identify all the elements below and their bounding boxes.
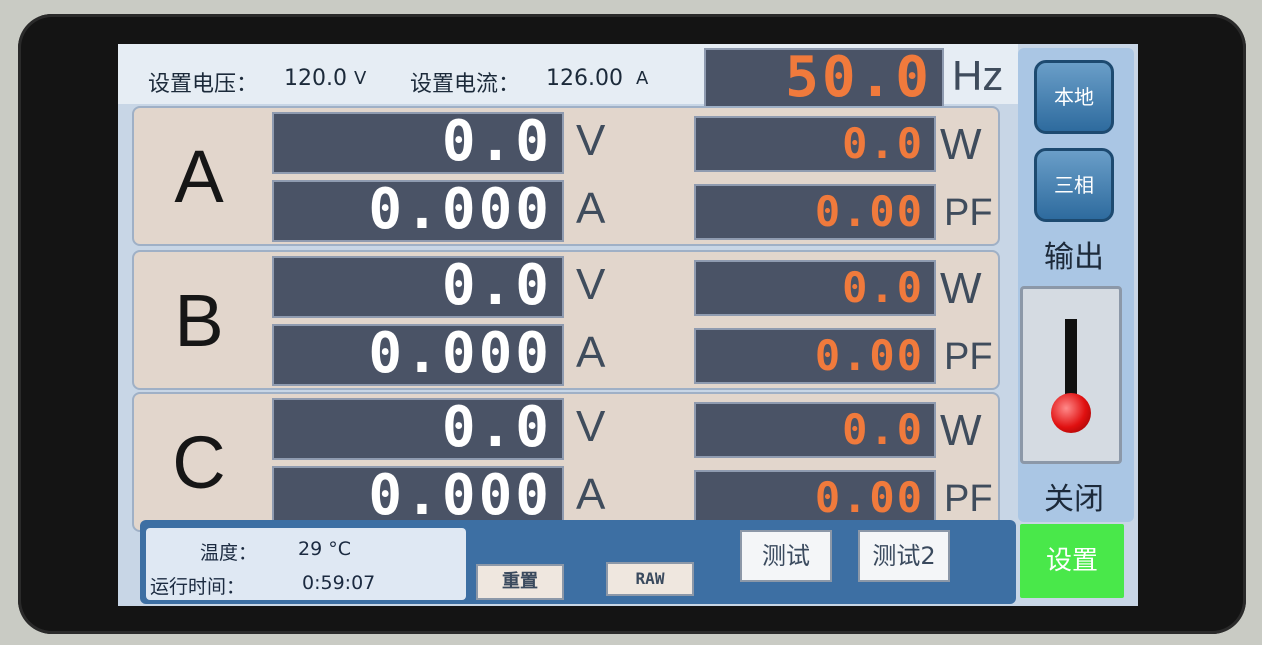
off-indicator-icon [1051, 393, 1091, 433]
set-voltage-unit: V [354, 68, 367, 89]
phase-b-voltage-display: 0.0 [272, 256, 564, 318]
phase-a-pf-unit: PF [944, 192, 993, 234]
phase-a-panel: A 0.0 V 0.000 A 0.0 W 0.00 PF [132, 106, 1000, 246]
phase-b-label: B [174, 279, 224, 362]
phase-c-voltage-display: 0.0 [272, 398, 564, 460]
phase-a-power-unit: W [940, 120, 982, 169]
frequency-display: 50.0 [704, 48, 944, 108]
set-current-unit: A [636, 68, 649, 89]
settings-button[interactable]: 设置 [1020, 524, 1124, 598]
phase-c-power-display: 0.0 [694, 402, 936, 458]
phase-b-pf-unit: PF [944, 336, 993, 378]
local-button[interactable]: 本地 [1034, 60, 1114, 134]
three-phase-button[interactable]: 三相 [1034, 148, 1114, 222]
phase-c-pf-display: 0.00 [694, 470, 936, 526]
phase-b-power-unit: W [940, 264, 982, 313]
phase-a-label: A [174, 135, 224, 218]
temperature-label: 温度： [200, 542, 258, 564]
phase-c-pf-unit: PF [944, 478, 993, 520]
phase-a-pf-display: 0.00 [694, 184, 936, 240]
temperature-value: 29 °C [298, 538, 351, 560]
set-current-label: 设置电流： [410, 72, 521, 97]
phase-c-panel: C 0.0 V 0.000 A 0.0 W 0.00 PF [132, 392, 1000, 532]
phase-b-pf-display: 0.00 [694, 328, 936, 384]
phase-a-voltage-display: 0.0 [272, 112, 564, 174]
test2-button[interactable]: 测试2 [858, 530, 950, 582]
output-toggle-switch[interactable] [1020, 286, 1122, 464]
phase-c-current-display: 0.000 [272, 466, 564, 528]
phase-b-panel: B 0.0 V 0.000 A 0.0 W 0.00 PF [132, 250, 1000, 390]
test-button[interactable]: 测试 [740, 530, 832, 582]
phase-a-current-unit: A [576, 184, 606, 233]
output-state: 关闭 [1044, 482, 1104, 517]
phase-b-power-display: 0.0 [694, 260, 936, 316]
reset-button[interactable]: 重置 [476, 564, 564, 600]
frequency-unit: Hz [952, 52, 1004, 99]
phase-b-current-display: 0.000 [272, 324, 564, 386]
phase-c-voltage-unit: V [576, 402, 606, 451]
hmi-screen: 设置电压： 120.0 V 设置电流： 126.00 A 50.0 Hz A 0… [118, 44, 1138, 606]
runtime-label: 运行时间： [150, 576, 246, 598]
phase-a-power-display: 0.0 [694, 116, 936, 172]
phase-a-current-display: 0.000 [272, 180, 564, 242]
set-voltage-value: 120.0 [284, 66, 347, 91]
phase-c-current-unit: A [576, 470, 606, 519]
output-label: 输出 [1044, 240, 1104, 275]
phase-c-label: C [172, 421, 226, 504]
phase-b-current-unit: A [576, 328, 606, 377]
set-voltage-label: 设置电压： [148, 72, 259, 97]
set-current-value: 126.00 [546, 66, 623, 91]
phase-b-voltage-unit: V [576, 260, 606, 309]
raw-button[interactable]: RAW [606, 562, 694, 596]
phase-a-voltage-unit: V [576, 116, 606, 165]
runtime-value: 0:59:07 [302, 572, 376, 594]
phase-c-power-unit: W [940, 406, 982, 455]
